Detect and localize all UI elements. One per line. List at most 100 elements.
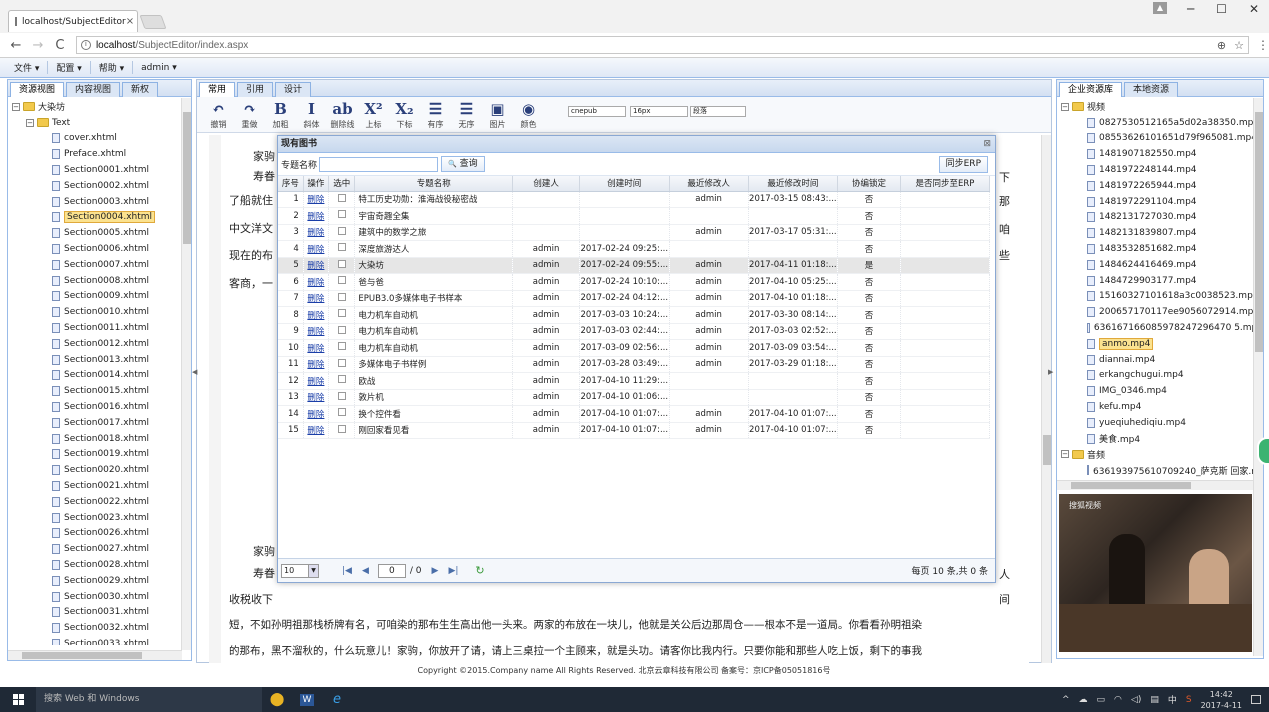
tray-cloud-icon[interactable]: ☁ <box>1079 695 1088 705</box>
last-page-icon[interactable]: ▶| <box>448 566 458 576</box>
tree-file[interactable]: Section0031.xhtml <box>12 605 191 621</box>
media-file[interactable]: erkangchugui.mp4 <box>1061 368 1263 384</box>
media-file[interactable]: 15160327101618a3c0038523.mp4 <box>1061 289 1263 305</box>
new-tab-button[interactable] <box>139 15 167 29</box>
toolbar-2-button[interactable]: B 加粗 <box>265 97 296 132</box>
toolbar-6-button[interactable]: X₂ 下标 <box>389 97 420 132</box>
browser-menu-icon[interactable]: ⋮ <box>1257 38 1269 52</box>
tree-file[interactable]: Section0009.xhtml <box>12 289 191 305</box>
dialog-header[interactable]: 现有图书 ⊠ <box>278 136 995 153</box>
sync-erp-button[interactable]: 同步ERP <box>938 156 988 173</box>
tab-content-view[interactable]: 内容视图 <box>66 82 121 97</box>
close-tab-icon[interactable]: × <box>126 16 134 27</box>
user-icon[interactable]: ▲ <box>1153 2 1167 14</box>
delete-link[interactable]: 删除 <box>307 393 324 403</box>
tree-file[interactable]: Section0004.xhtml <box>12 210 191 226</box>
delete-link[interactable]: 删除 <box>307 327 324 337</box>
delete-link[interactable]: 删除 <box>307 212 324 222</box>
media-file[interactable]: 1481907182550.mp4 <box>1061 146 1263 162</box>
collapse-icon[interactable]: − <box>12 102 20 111</box>
column-header[interactable]: 是否同步至ERP <box>900 176 991 192</box>
delete-link[interactable]: 删除 <box>307 344 324 354</box>
video-preview[interactable]: 搜狐视频 <box>1059 494 1252 652</box>
tree-file[interactable]: Section0029.xhtml <box>12 573 191 589</box>
column-header[interactable]: 序号 <box>278 176 304 192</box>
paragraph-select[interactable]: 段落 <box>690 106 746 117</box>
tree-file[interactable]: Section0028.xhtml <box>12 557 191 573</box>
delete-link[interactable]: 删除 <box>307 426 324 436</box>
tree-file[interactable]: Section0002.xhtml <box>12 178 191 194</box>
tree-file[interactable]: Section0022.xhtml <box>12 494 191 510</box>
delete-link[interactable]: 删除 <box>307 195 324 205</box>
collapse-icon[interactable]: − <box>26 118 34 127</box>
forward-icon[interactable]: → <box>32 38 44 53</box>
query-button[interactable]: 🔍 查询 <box>441 156 485 172</box>
media-file[interactable]: 1484729903177.mp4 <box>1061 273 1263 289</box>
table-row[interactable]: 2 删除 宇宙奇趣全集 否 <box>278 207 991 225</box>
page-size-select[interactable]: 10 ▼ <box>281 563 319 578</box>
row-checkbox[interactable] <box>337 276 346 285</box>
left-horizontal-scrollbar[interactable] <box>8 650 182 660</box>
column-header[interactable]: 创建时间 <box>579 176 670 192</box>
tree-file[interactable]: Section0015.xhtml <box>12 383 191 399</box>
table-row[interactable]: 8 删除 电力机车自动机 admin 2017-03-03 10:24:... admin… <box>278 306 991 324</box>
row-checkbox[interactable] <box>337 243 346 252</box>
column-header[interactable]: 最近修改时间 <box>748 176 839 192</box>
column-header[interactable]: 最近修改人 <box>669 176 749 192</box>
delete-link[interactable]: 删除 <box>307 377 324 387</box>
tree-file[interactable]: Section0030.xhtml <box>12 589 191 605</box>
menu-config[interactable]: 配置 ▾ <box>48 61 91 74</box>
toolbar-9-button[interactable]: ▣ 图片 <box>482 97 513 132</box>
menu-help[interactable]: 帮助 ▾ <box>91 61 134 74</box>
tree-file[interactable]: Section0032.xhtml <box>12 620 191 636</box>
table-row[interactable]: 6 删除 爸与爸 admin 2017-02-24 10:10:... admin 2017… <box>278 273 991 291</box>
delete-link[interactable]: 删除 <box>307 311 324 321</box>
column-header[interactable]: 协编锁定 <box>837 176 901 192</box>
tree-file[interactable]: Section0011.xhtml <box>12 320 191 336</box>
tree-file[interactable]: cover.xhtml <box>12 131 191 147</box>
notification-icon[interactable] <box>1251 695 1261 704</box>
tree-file[interactable]: Section0001.xhtml <box>12 162 191 178</box>
row-checkbox[interactable] <box>337 226 346 235</box>
right-splitter-arrow[interactable]: ▶ <box>1048 368 1053 376</box>
media-file[interactable]: 1482131727030.mp4 <box>1061 210 1263 226</box>
menu-user[interactable]: admin ▾ <box>133 63 185 73</box>
editor-vertical-scrollbar[interactable] <box>1041 135 1051 663</box>
toolbar-3-button[interactable]: I 斜体 <box>296 97 327 132</box>
ime-icon[interactable]: S <box>1186 695 1192 705</box>
row-checkbox[interactable] <box>337 358 346 367</box>
taskbar-search-input[interactable]: 搜索 Web 和 Windows <box>36 687 262 712</box>
tree-root[interactable]: − 大染坊 <box>12 99 191 115</box>
tree-file[interactable]: Section0008.xhtml <box>12 273 191 289</box>
windows-start-icon[interactable] <box>0 687 36 712</box>
tree-file[interactable]: Section0027.xhtml <box>12 541 191 557</box>
table-row[interactable]: 3 删除 建筑中的数学之旅 admin 2017-03-17 05:31:... 否 <box>278 224 991 241</box>
wifi-icon[interactable]: ◠ <box>1114 695 1122 705</box>
tab-local-resource[interactable]: 本地资源 <box>1124 82 1179 97</box>
tree-file[interactable]: Section0017.xhtml <box>12 415 191 431</box>
tab-enterprise-library[interactable]: 企业资源库 <box>1059 82 1123 97</box>
left-splitter-arrow[interactable]: ◀ <box>192 368 197 376</box>
reload-icon[interactable]: C <box>54 38 66 53</box>
tree-file[interactable]: Section0007.xhtml <box>12 257 191 273</box>
table-row[interactable]: 5 删除 大染坊 admin 2017-02-24 09:55:... admin 2017… <box>278 257 991 274</box>
tree-file[interactable]: Section0005.xhtml <box>12 225 191 241</box>
ime-lang[interactable]: 中 <box>1168 693 1177 706</box>
tree-file[interactable]: Section0018.xhtml <box>12 431 191 447</box>
collapse-icon[interactable]: − <box>1061 450 1069 459</box>
browser-tab[interactable]: localhost/SubjectEditor × <box>8 10 138 32</box>
prev-page-icon[interactable]: ◀ <box>362 566 369 576</box>
font-size-select[interactable]: 16px <box>630 106 688 117</box>
column-header[interactable]: 操作 <box>303 176 330 192</box>
media-file[interactable]: 美食.mp4 <box>1061 431 1263 447</box>
toolbar-0-button[interactable]: ↶ 撤销 <box>203 97 234 132</box>
table-row[interactable]: 15 删除 刚回家看见看 admin 2017-04-10 01:07:... admin… <box>278 422 991 439</box>
row-checkbox[interactable] <box>337 309 346 318</box>
tree-file[interactable]: Section0023.xhtml <box>12 510 191 526</box>
chrome-app-icon[interactable]: ⬤ <box>262 687 292 712</box>
row-checkbox[interactable] <box>337 391 346 400</box>
minimize-button[interactable]: ─ <box>1187 2 1194 16</box>
table-row[interactable]: 11 删除 多媒体电子书样例 admin 2017-03-28 03:49:... adm… <box>278 356 991 373</box>
row-checkbox[interactable] <box>337 424 346 433</box>
media-file[interactable]: 1483532851682.mp4 <box>1061 241 1263 257</box>
